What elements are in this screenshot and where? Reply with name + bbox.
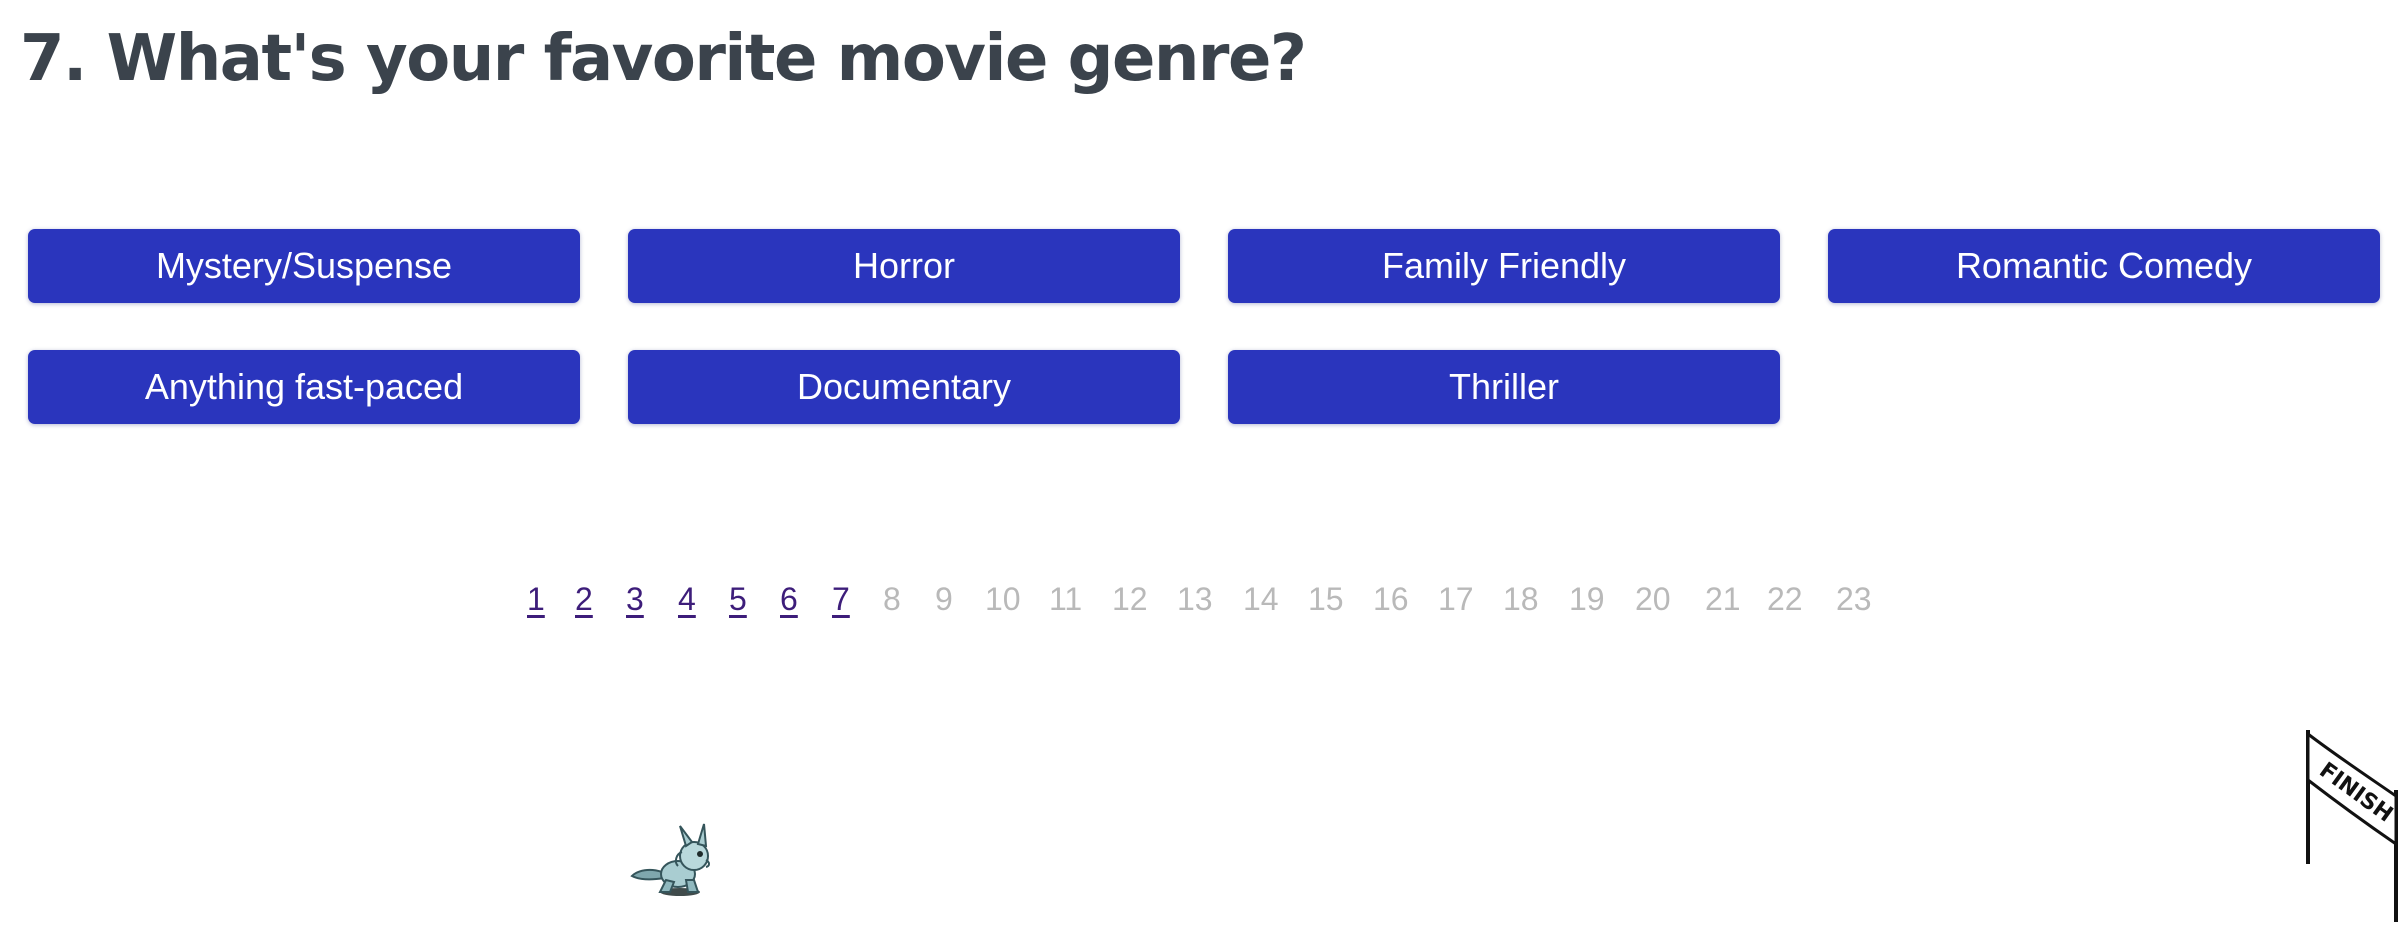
page-number-19: 19 bbox=[1569, 581, 1605, 617]
page-number-11: 11 bbox=[1049, 581, 1083, 617]
page-link-5[interactable]: 5 bbox=[729, 571, 747, 627]
page-number-10: 10 bbox=[985, 581, 1021, 617]
choice-thriller-button[interactable]: Thriller bbox=[1228, 350, 1780, 424]
page-number-8: 8 bbox=[883, 581, 901, 617]
choice-mystery-suspense-button[interactable]: Mystery/Suspense bbox=[28, 229, 580, 303]
choice-anything-fast-paced-button[interactable]: Anything fast-paced bbox=[28, 350, 580, 424]
choice-romantic-comedy-button[interactable]: Romantic Comedy bbox=[1828, 229, 2380, 303]
page-number-13: 13 bbox=[1177, 581, 1213, 617]
page-number-20: 20 bbox=[1635, 581, 1671, 617]
page-number-14: 14 bbox=[1243, 581, 1279, 617]
question-pagination: 1 2 3 4 5 6 7 8 9 10 11 12 13 14 15 16 1… bbox=[0, 571, 2406, 627]
page-number-15: 15 bbox=[1308, 581, 1344, 617]
page-link-4[interactable]: 4 bbox=[678, 571, 696, 627]
page-number-16: 16 bbox=[1373, 581, 1409, 617]
page-number-23: 23 bbox=[1836, 581, 1872, 617]
page-number-17: 17 bbox=[1438, 581, 1474, 617]
page-number-18: 18 bbox=[1503, 581, 1539, 617]
question-title: 7. What's your favorite movie genre? bbox=[20, 22, 1307, 96]
page-number-9: 9 bbox=[935, 581, 953, 617]
page-link-1[interactable]: 1 bbox=[527, 571, 545, 627]
page-link-7-current[interactable]: 7 bbox=[832, 571, 850, 627]
page-number-22: 22 bbox=[1767, 581, 1803, 617]
finish-flag-icon: FINISH bbox=[2306, 730, 2398, 922]
choice-family-friendly-button[interactable]: Family Friendly bbox=[1228, 229, 1780, 303]
page-number-21: 21 bbox=[1705, 581, 1741, 617]
page-link-6[interactable]: 6 bbox=[780, 571, 798, 627]
page-link-3[interactable]: 3 bbox=[626, 571, 644, 627]
page-number-12: 12 bbox=[1112, 581, 1148, 617]
page-link-2[interactable]: 2 bbox=[575, 571, 593, 627]
choice-horror-button[interactable]: Horror bbox=[628, 229, 1180, 303]
running-creature-icon bbox=[630, 823, 710, 896]
choice-documentary-button[interactable]: Documentary bbox=[628, 350, 1180, 424]
